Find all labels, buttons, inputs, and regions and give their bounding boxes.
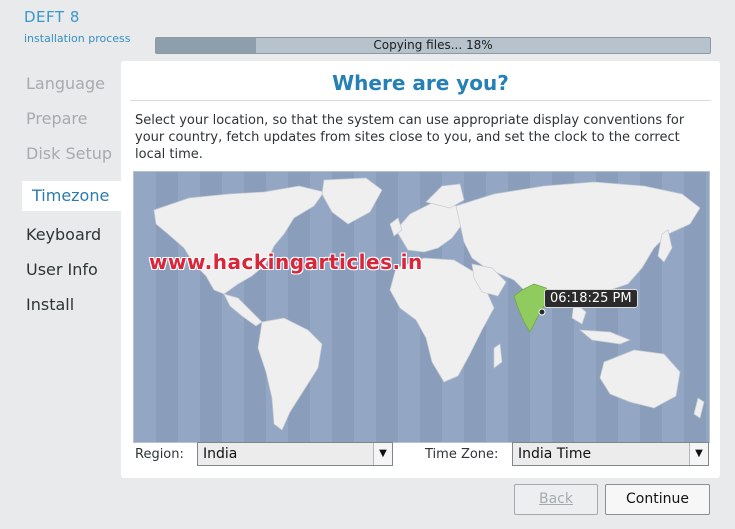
timezone-label: Time Zone: xyxy=(425,447,499,462)
step-user-info: User Info xyxy=(26,260,98,279)
world-map[interactable]: www.hackingarticles.in 06:18:25 PM xyxy=(133,171,710,443)
page-description: Select your location, so that the system… xyxy=(135,113,685,162)
step-sidebar: Language Prepare Disk Setup Timezone Key… xyxy=(0,70,121,326)
app-subtitle: installation process xyxy=(24,32,131,45)
timezone-value: India Time xyxy=(518,446,592,462)
region-dropdown[interactable]: India ▼ xyxy=(197,442,393,466)
region-label: Region: xyxy=(135,447,184,462)
step-language: Language xyxy=(26,74,105,93)
step-keyboard: Keyboard xyxy=(26,225,102,244)
timezone-dropdown[interactable]: India Time ▼ xyxy=(512,442,709,466)
continue-button[interactable]: Continue xyxy=(605,484,710,515)
timezone-panel: Where are you? Select your location, so … xyxy=(121,61,720,478)
title-divider xyxy=(130,100,711,101)
step-disk-setup: Disk Setup xyxy=(26,144,113,163)
region-value: India xyxy=(203,446,238,462)
dropdown-arrow-icon: ▼ xyxy=(373,443,392,465)
local-time-label: 06:18:25 PM xyxy=(544,289,638,308)
app-title: DEFT 8 xyxy=(24,8,80,26)
dropdown-arrow-icon: ▼ xyxy=(689,443,708,465)
step-install: Install xyxy=(26,295,75,314)
install-progress-bar: Copying files... 18% xyxy=(155,37,711,54)
progress-label: Copying files... 18% xyxy=(373,38,493,52)
page-title: Where are you? xyxy=(332,71,509,95)
brand: DEFT 8 installation process xyxy=(24,8,131,45)
step-prepare: Prepare xyxy=(26,109,88,128)
back-button[interactable]: Back xyxy=(514,484,598,515)
location-pin xyxy=(538,308,546,316)
step-timezone: Timezone xyxy=(22,181,121,211)
watermark-text: www.hackingarticles.in xyxy=(149,250,423,274)
